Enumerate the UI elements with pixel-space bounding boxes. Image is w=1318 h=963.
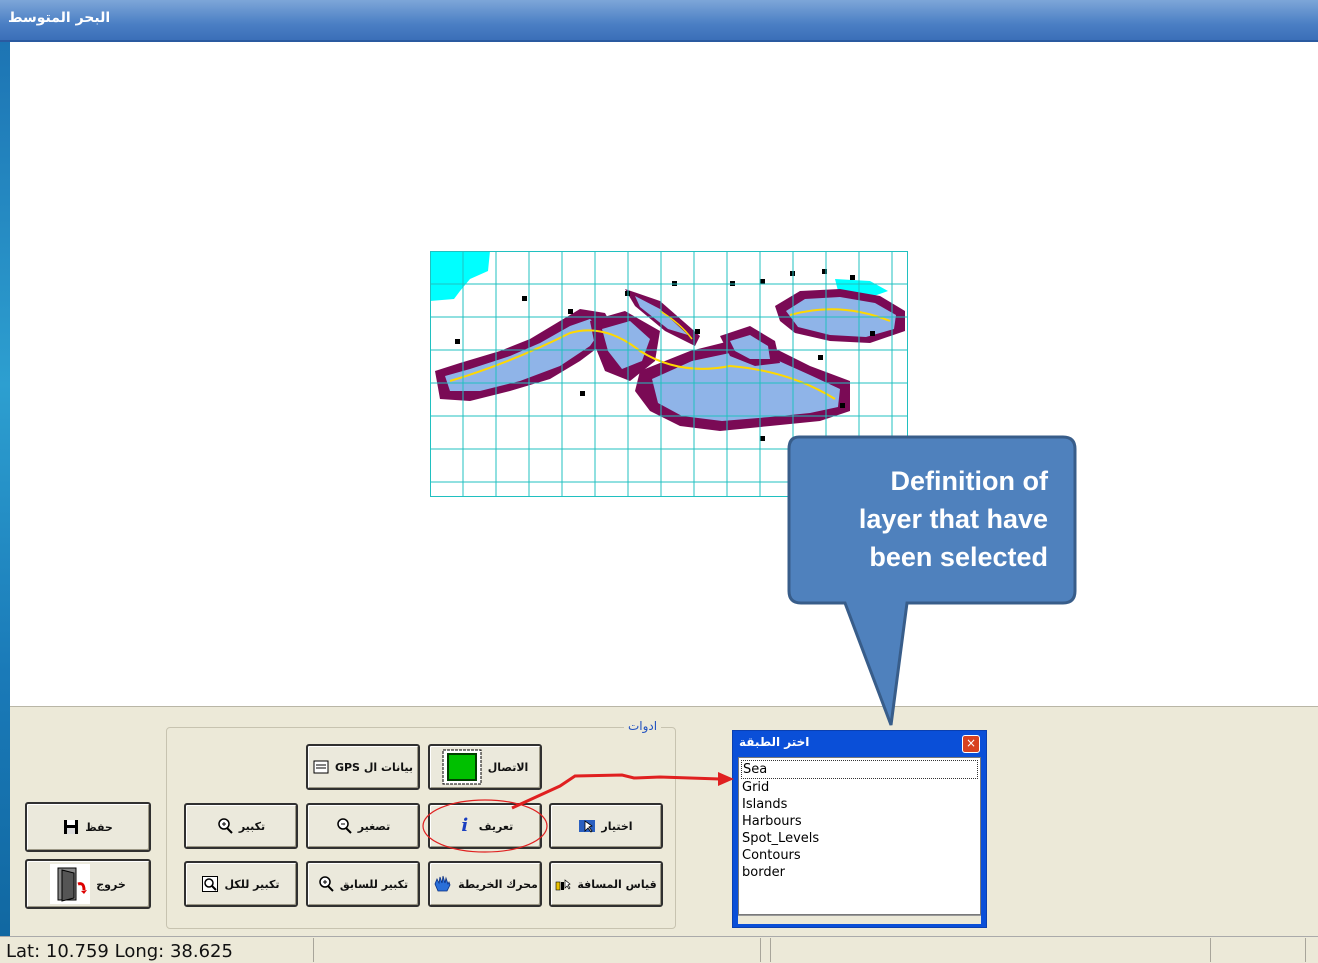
exit-button[interactable]: خروج (25, 859, 151, 909)
status-divider (1210, 938, 1211, 962)
info-icon: i (461, 815, 469, 836)
pan-button[interactable]: محرك الخريطة (428, 861, 542, 907)
zoom-full-button[interactable]: تكبير للكل (184, 861, 298, 907)
zoom-previous-icon (319, 876, 334, 892)
layer-item-grid[interactable]: Grid (741, 779, 978, 796)
connect-button[interactable]: الاتصال (428, 744, 542, 790)
layer-list[interactable]: Sea Grid Islands Harbours Spot_Levels Co… (738, 757, 981, 915)
callout-text: Definition of layer that have been selec… (812, 462, 1048, 576)
layer-chooser-title: اختر الطبقة (739, 735, 810, 749)
identify-button[interactable]: تعريف i (428, 803, 542, 849)
zoom-in-label: تكبير (238, 819, 266, 833)
window-titlebar[interactable]: البحر المتوسط (0, 0, 1318, 42)
layer-list-footer (738, 915, 981, 924)
select-label: اختيار (601, 819, 633, 833)
save-label: حفظ (85, 820, 113, 834)
exit-door-icon (50, 864, 91, 904)
ruler-icon (556, 879, 571, 891)
zoom-previous-button[interactable]: تكبير للسابق (306, 861, 420, 907)
zoom-previous-label: تكبير للسابق (339, 877, 409, 891)
layer-item-islands[interactable]: Islands (741, 796, 978, 813)
callout-line-1: Definition of (890, 466, 1048, 496)
pan-label: محرك الخريطة (458, 877, 538, 891)
layer-item-border[interactable]: border (741, 864, 978, 881)
status-divider (770, 938, 771, 962)
layer-item-contours[interactable]: Contours (741, 847, 978, 864)
select-cursor-icon (579, 820, 596, 833)
zoom-in-button[interactable]: تكبير (184, 803, 298, 849)
gps-icon (313, 760, 329, 774)
desktop-background (0, 0, 10, 962)
status-divider (760, 938, 761, 962)
exit-label: خروج (96, 877, 126, 891)
gps-data-label: بيانات ال GPS (334, 760, 414, 774)
layer-chooser-window: اختر الطبقة × Sea Grid Islands Harbours … (732, 730, 987, 928)
status-divider (1305, 938, 1306, 962)
connect-label: الاتصال (487, 760, 529, 774)
connect-icon (442, 749, 482, 785)
zoom-out-button[interactable]: تصغير (306, 803, 420, 849)
measure-button[interactable]: قياس المسافة (549, 861, 663, 907)
close-icon[interactable]: × (962, 735, 980, 753)
identify-label: تعريف (478, 819, 514, 833)
status-bar: Lat: 10.759 Long: 38.625 (0, 936, 1318, 963)
zoom-in-icon (218, 818, 233, 834)
status-coordinates: Lat: 10.759 Long: 38.625 (6, 941, 233, 962)
callout-line-2: layer that have (858, 504, 1048, 534)
tools-group-label: ادوات (624, 719, 662, 733)
hand-icon (434, 875, 451, 892)
floppy-disk-icon (64, 820, 79, 834)
zoom-full-icon (202, 876, 219, 892)
window-title: البحر المتوسط (8, 10, 111, 26)
save-button[interactable]: حفظ (25, 802, 151, 852)
zoom-out-label: تصغير (357, 819, 391, 833)
layer-item-harbours[interactable]: Harbours (741, 813, 978, 830)
status-divider (313, 938, 314, 962)
measure-label: قياس المسافة (577, 877, 657, 891)
layer-item-sea[interactable]: Sea (741, 760, 978, 779)
zoom-out-icon (337, 818, 352, 834)
callout-line-3: been selected (869, 542, 1048, 572)
layer-item-spot-levels[interactable]: Spot_Levels (741, 830, 978, 847)
select-button[interactable]: اختيار (549, 803, 663, 849)
gps-data-button[interactable]: بيانات ال GPS (306, 744, 420, 790)
zoom-full-label: تكبير للكل (224, 877, 280, 891)
